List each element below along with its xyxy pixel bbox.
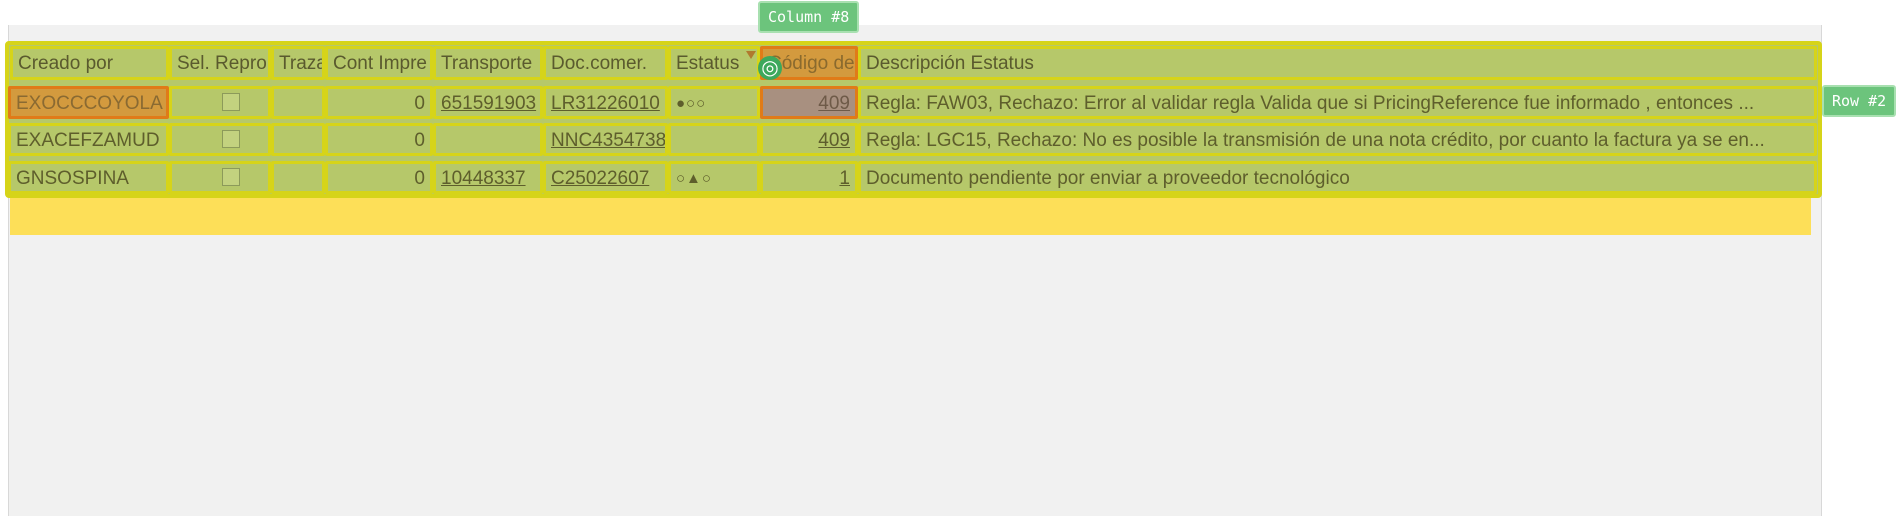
table-cell-sel-repro	[169, 123, 271, 156]
table-cell-traza	[271, 86, 325, 119]
table-cell-transporte-link[interactable]: 651591903	[433, 86, 543, 119]
status-lights-icon: ●○○	[668, 86, 760, 119]
table-cell-descripcion: Regla: FAW03, Rechazo: Error al validar …	[858, 86, 1817, 119]
sel-repro-checkbox[interactable]	[222, 130, 240, 149]
header-doc-comer[interactable]: Doc.comer.	[543, 46, 668, 80]
table-cell-transporte-link[interactable]	[433, 123, 543, 156]
table-cell-doc-comer-link[interactable]: LR31226010	[543, 86, 668, 119]
table-cell-creado-por[interactable]: EXACEFZAMUD	[8, 123, 169, 156]
header-sel-repro[interactable]: Sel. Repro	[169, 46, 271, 80]
table-cell-cont-impre: 0	[325, 123, 433, 156]
table-cell-descripcion: Documento pendiente por enviar a proveed…	[858, 161, 1817, 194]
table-cell-sel-repro	[169, 161, 271, 194]
header-creado-por[interactable]: Creado por	[10, 46, 169, 80]
table-cell-doc-comer-link[interactable]: C25022607	[543, 161, 668, 194]
table-cell-sel-repro	[169, 86, 271, 119]
table-cell-codigo[interactable]: 1	[760, 161, 858, 194]
row-tag: Row #2	[1822, 85, 1897, 117]
table-cell-traza	[271, 123, 325, 156]
empty-row-highlight	[10, 195, 1811, 235]
table-cell-codigo-selected[interactable]: 409	[760, 86, 858, 119]
column-tag: Column #8	[758, 1, 860, 33]
sel-repro-checkbox[interactable]	[222, 93, 240, 112]
header-descripcion-estatus[interactable]: Descripción Estatus	[858, 46, 1817, 80]
table-cell-cont-impre: 0	[325, 161, 433, 194]
status-lights-icon: ○▲○	[668, 161, 760, 194]
status-lights-icon	[668, 123, 760, 156]
header-transporte[interactable]: Transporte	[433, 46, 543, 80]
table-cell-codigo[interactable]: 409	[760, 123, 858, 156]
sel-repro-checkbox[interactable]	[222, 168, 240, 187]
table-cell-creado-por[interactable]: EXOCCCOYOLA	[8, 86, 169, 119]
header-traza[interactable]: Traza	[271, 46, 325, 80]
target-icon: ◎	[758, 56, 782, 80]
table-cell-transporte-link[interactable]: 10448337	[433, 161, 543, 194]
table-cell-creado-por[interactable]: GNSOSPINA	[8, 161, 169, 194]
table-cell-doc-comer-link[interactable]: NNC4354738	[543, 123, 668, 156]
header-cont-impre[interactable]: Cont Impre	[325, 46, 433, 80]
table-cell-cont-impre: 0	[325, 86, 433, 119]
table-cell-traza	[271, 161, 325, 194]
sort-desc-icon[interactable]	[746, 51, 756, 59]
table-cell-descripcion: Regla: LGC15, Rechazo: No es posible la …	[858, 123, 1817, 156]
